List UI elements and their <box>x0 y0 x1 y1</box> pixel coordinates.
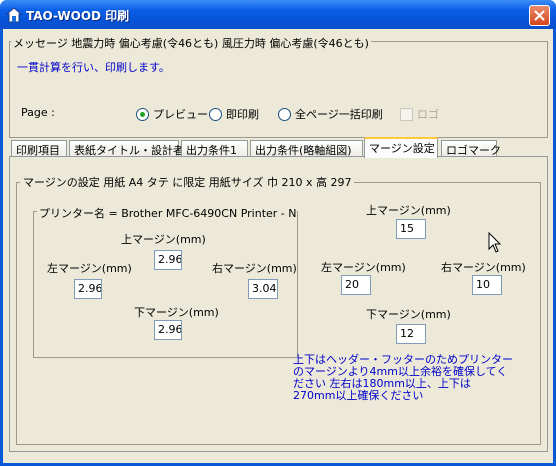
printer-left-field[interactable]: 2.963 <box>74 279 102 299</box>
logo-checkbox-label: ロゴ <box>417 108 439 121</box>
radio-print-all-label: 全ページ一括印刷 <box>295 108 383 121</box>
printer-top-field[interactable]: 2.963 <box>154 250 182 270</box>
radio-print-now[interactable]: 即印刷 <box>209 106 259 122</box>
mouse-cursor-icon <box>488 232 501 253</box>
close-icon <box>534 10 545 21</box>
message-group-legend: メッセージ 地震力時 偏心考慮(令46とも) 風圧力時 偏心考慮(令46とも) <box>11 35 371 51</box>
page-label: Page : <box>21 106 55 119</box>
user-left-field[interactable]: 20 <box>341 275 371 295</box>
user-right-field[interactable]: 10 <box>472 275 502 295</box>
window-title: TAO-WOOD 印刷 <box>26 9 130 23</box>
user-bottom-label: 下マージン(mm) <box>366 308 451 321</box>
margin-note: 上下はヘッダー・フッターのためプリンターのマージンより4mm以上余裕を確保してく… <box>293 353 513 402</box>
printer-right-label: 右マージン(mm) <box>212 262 297 275</box>
house-icon <box>6 7 22 23</box>
radio-circle[interactable] <box>209 107 222 121</box>
tab-output-frame[interactable]: 出力条件(略軸組図) <box>250 140 363 157</box>
printer-top-label: 上マージン(mm) <box>121 233 206 246</box>
printer-name: プリンター名 = Brother MFC-6490CN Printer - Ne… <box>37 205 297 221</box>
margin-tab-panel: マージンの設定 用紙 A4 タテ に限定 用紙サイズ 巾 210 x 高 297… <box>9 156 548 452</box>
tab-margin-settings[interactable]: マージン設定 <box>364 137 438 158</box>
tab-logo-mark[interactable]: ロゴマーク <box>441 140 501 157</box>
tab-cover-title[interactable]: 表紙タイトル・設計者 <box>69 140 184 157</box>
user-bottom-field[interactable]: 12 <box>396 324 426 344</box>
printer-left-label: 左マージン(mm) <box>47 262 132 275</box>
close-button[interactable] <box>529 5 550 26</box>
tab-print-items[interactable]: 印刷項目 <box>11 140 67 157</box>
radio-preview-label: プレビュー <box>153 108 208 121</box>
user-top-label: 上マージン(mm) <box>366 204 451 217</box>
printer-bottom-label: 下マージン(mm) <box>134 306 219 319</box>
user-right-label: 右マージン(mm) <box>441 261 526 274</box>
user-top-field[interactable]: 15 <box>396 219 426 239</box>
margin-group-legend: マージンの設定 用紙 A4 タテ に限定 用紙サイズ 巾 210 x 高 297 <box>20 174 355 190</box>
tab-label: マージン設定 <box>369 142 435 155</box>
title-bar[interactable]: TAO-WOOD 印刷 <box>0 0 556 29</box>
printer-right-field[interactable]: 3.048 <box>248 279 278 299</box>
info-message: 一貫計算を行い、印刷します。 <box>17 61 170 74</box>
message-group <box>9 41 548 138</box>
client-area: メッセージ 地震力時 偏心考慮(令46とも) 風圧力時 偏心考慮(令46とも) … <box>3 29 553 463</box>
radio-print-now-label: 即印刷 <box>226 108 259 121</box>
radio-circle[interactable] <box>278 107 291 121</box>
print-window: TAO-WOOD 印刷 メッセージ 地震力時 偏心考慮(令46とも) 風圧力時 … <box>0 0 556 466</box>
checkbox-box[interactable] <box>400 107 413 121</box>
user-left-label: 左マージン(mm) <box>321 261 406 274</box>
radio-print-all[interactable]: 全ページ一括印刷 <box>278 106 383 122</box>
radio-preview[interactable]: プレビュー <box>136 106 208 122</box>
printer-bottom-field[interactable]: 2.963 <box>154 320 182 340</box>
logo-checkbox[interactable]: ロゴ <box>400 106 439 122</box>
tab-output-1[interactable]: 出力条件1 <box>181 140 248 157</box>
radio-circle[interactable] <box>136 107 149 121</box>
